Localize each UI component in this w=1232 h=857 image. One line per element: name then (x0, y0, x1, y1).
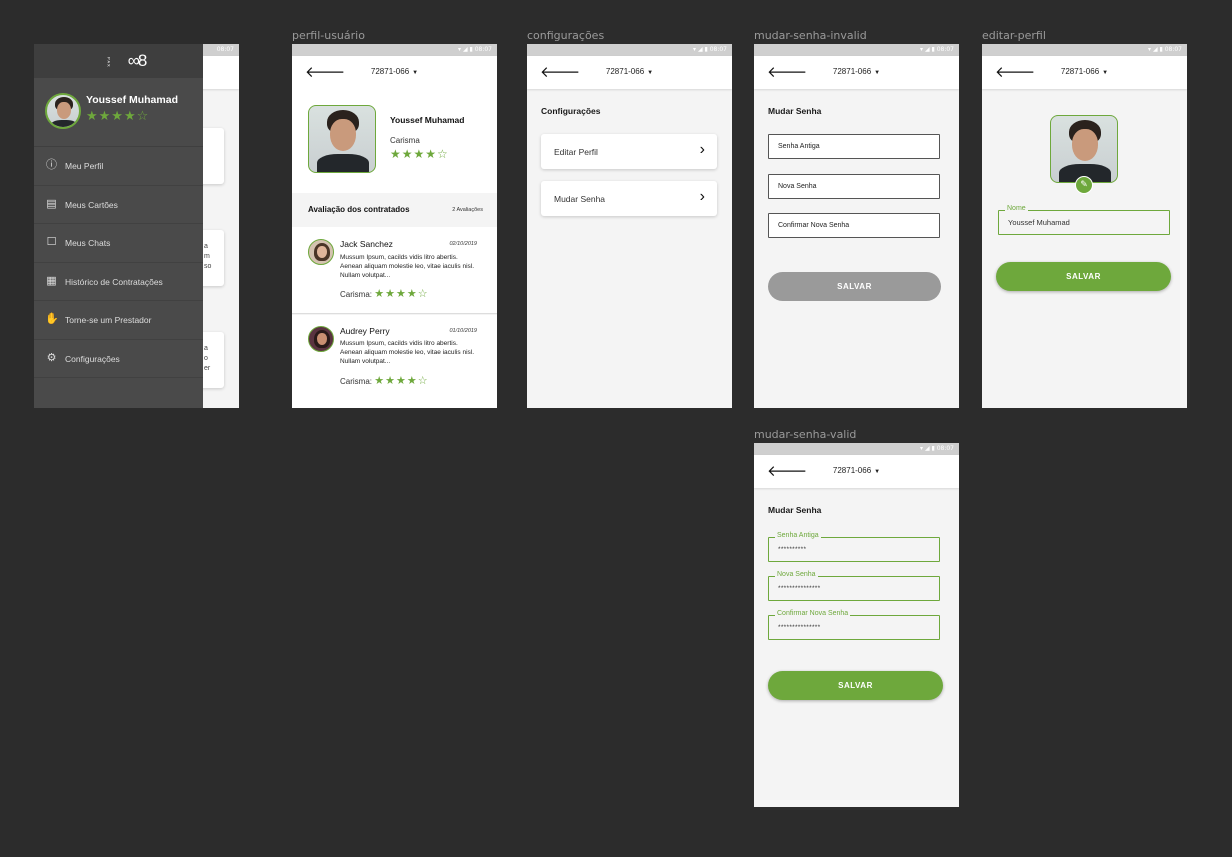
caret-down-icon: ▼ (412, 70, 419, 76)
rating-stars: ★★★★☆ (86, 108, 150, 123)
location-selector[interactable]: 72871-066 ▼ (292, 67, 497, 76)
new-password-field[interactable]: Nova Senha *************** (768, 571, 940, 601)
person-icon: ⓘ (46, 159, 57, 171)
status-icons: ▾ ◢ ▮ (693, 46, 708, 53)
app-bar: 🡐 72871-066 ▼ (527, 56, 732, 89)
settings-screen: ▾ ◢ ▮ 08:07 🡐 72871-066 ▼ Configurações E… (527, 44, 732, 408)
frame-label: editar-perfil (982, 29, 1046, 42)
confirm-password-field[interactable]: Confirmar Nova Senha *************** (768, 610, 940, 640)
status-icons: ▾ ◢ ▮ (1148, 46, 1163, 53)
old-password-field[interactable]: Senha Antiga ********** (768, 532, 940, 562)
location-selector[interactable]: 72871-066 ▼ (754, 466, 959, 475)
menu-item-prestador[interactable]: ✋ Torne-se um Prestador (34, 301, 203, 340)
menu-item-configuracoes[interactable]: ⚙ Configurações (34, 340, 203, 378)
status-bar: ▾ ◢ ▮ 08:07 (754, 443, 959, 455)
app-bar: 🡐 72871-066 ▼ (754, 455, 959, 488)
caret-down-icon: ▼ (874, 469, 881, 475)
reviewer-avatar (308, 239, 334, 265)
status-bar: ▾ ◢ ▮ 08:07 (292, 44, 497, 56)
name-field[interactable]: Nome Youssef Muhamad (998, 205, 1170, 235)
location-selector[interactable]: 72871-066 ▼ (754, 67, 959, 76)
review-item: Audrey Perry 01/10/2019 Mussum Ipsum, ca… (292, 315, 497, 408)
reviews-count: 2 Avaliações (452, 207, 483, 213)
frame-label: mudar-senha-invalid (754, 29, 867, 42)
edit-profile-screen: ▾ ◢ ▮ 08:07 🡐 72871-066 ▼ ✎ Nome Youssef … (982, 44, 1187, 408)
change-password-valid-screen: ▾ ◢ ▮ 08:07 🡐 72871-066 ▼ Mudar Senha Sen… (754, 443, 959, 807)
profile-name: Youssef Muhamad (390, 115, 465, 125)
status-icons: ▾ ◢ ▮ (458, 46, 473, 53)
page-title: Mudar Senha (768, 505, 822, 515)
save-button[interactable]: SALVAR (996, 262, 1171, 291)
review-text: Mussum Ipsum, cacilds vidis litro aberti… (340, 340, 475, 365)
review-text: Mussum Ipsum, cacilds vidis litro aberti… (340, 254, 475, 279)
review-rating: Carisma: ★★★★☆ (340, 375, 429, 387)
history-icon: ▦ (46, 274, 57, 287)
app-logo: P A X ∞8 (34, 44, 203, 78)
profile-screen: ▾ ◢ ▮ 08:07 🡐 72871-066 ▼ Youssef Muhamad… (292, 44, 497, 408)
app-bar: 🡐 72871-066 ▼ (982, 56, 1187, 89)
hand-icon: ✋ (45, 313, 59, 325)
save-button[interactable]: SALVAR (768, 671, 943, 700)
drawer-profile[interactable]: Youssef Muhamad ★★★★☆ (34, 78, 203, 147)
chevron-right-icon: › (699, 141, 705, 158)
change-password-invalid-screen: ▾ ◢ ▮ 08:07 🡐 72871-066 ▼ Mudar Senha Sen… (754, 44, 959, 408)
reviewer-avatar (308, 326, 334, 352)
navigation-drawer: P A X ∞8 Youssef Muhamad ★★★★☆ ⓘ Meu Perfi… (34, 44, 203, 408)
frame-label: mudar-senha-valid (754, 428, 857, 441)
card-icon: ▤ (46, 197, 57, 210)
menu-item-historico[interactable]: ▦ Histórico de Contratações (34, 263, 203, 301)
app-bar: 🡐 72871-066 ▼ (292, 56, 497, 89)
edit-profile-button[interactable]: Editar Perfil › (541, 134, 717, 169)
change-password-button[interactable]: Mudar Senha › (541, 181, 717, 216)
peek-text: a o er (204, 345, 211, 372)
confirm-password-field[interactable]: Confirmar Nova Senha (768, 213, 940, 238)
frame-label: perfil-usuário (292, 29, 365, 42)
menu-item-meus-cartoes[interactable]: ▤ Meus Cartões (34, 186, 203, 224)
old-password-field[interactable]: Senha Antiga (768, 134, 940, 159)
profile-name: Youssef Muhamad (86, 94, 178, 106)
profile-photo (1050, 115, 1118, 183)
rating-stars: ★★★★☆ (390, 147, 449, 161)
location-selector[interactable]: 72871-066 ▼ (527, 67, 732, 76)
profile-header: Youssef Muhamad Carisma ★★★★☆ (292, 89, 497, 193)
app-bar: 🡐 72871-066 ▼ (754, 56, 959, 89)
profile-photo (308, 105, 376, 173)
save-button-disabled[interactable]: SALVAR (768, 272, 941, 301)
status-bar: ▾ ◢ ▮ 08:07 (982, 44, 1187, 56)
review-date: 01/10/2019 (449, 328, 477, 334)
chat-icon: ☐ (46, 236, 57, 248)
gear-icon: ⚙ (46, 351, 57, 364)
menu-item-meus-chats[interactable]: ☐ Meus Chats (34, 224, 203, 263)
caret-down-icon: ▼ (874, 70, 881, 76)
edit-photo-icon[interactable]: ✎ (1075, 176, 1093, 194)
reviewer-name: Jack Sanchez (340, 239, 393, 249)
frame-label: configurações (527, 29, 605, 42)
avatar (45, 93, 81, 129)
review-rating: Carisma: ★★★★☆ (340, 288, 429, 300)
logo-letters: P A X (106, 56, 112, 67)
caret-down-icon: ▼ (1102, 70, 1109, 76)
reviews-title: Avaliação dos contratados (308, 205, 410, 214)
review-date: 02/10/2019 (449, 241, 477, 247)
reviewer-name: Audrey Perry (340, 326, 390, 336)
menu-item-meu-perfil[interactable]: ⓘ Meu Perfil (34, 147, 203, 186)
status-icons: ▾ ◢ ▮ (920, 445, 935, 452)
page-title: Mudar Senha (768, 106, 822, 116)
peek-text: a m so (204, 243, 212, 270)
chevron-right-icon: › (699, 188, 705, 205)
drawer-screen: 08:07 a m so a o er P A X ∞8 Youssef Muha… (34, 44, 239, 408)
review-item: Jack Sanchez 02/10/2019 Mussum Ipsum, ca… (292, 227, 497, 314)
status-bar: ▾ ◢ ▮ 08:07 (754, 44, 959, 56)
rating-label: Carisma (390, 136, 420, 145)
location-selector[interactable]: 72871-066 ▼ (982, 67, 1187, 76)
new-password-field[interactable]: Nova Senha (768, 174, 940, 199)
status-bar: ▾ ◢ ▮ 08:07 (527, 44, 732, 56)
page-title: Configurações (541, 106, 601, 116)
status-icons: ▾ ◢ ▮ (920, 46, 935, 53)
caret-down-icon: ▼ (647, 70, 654, 76)
